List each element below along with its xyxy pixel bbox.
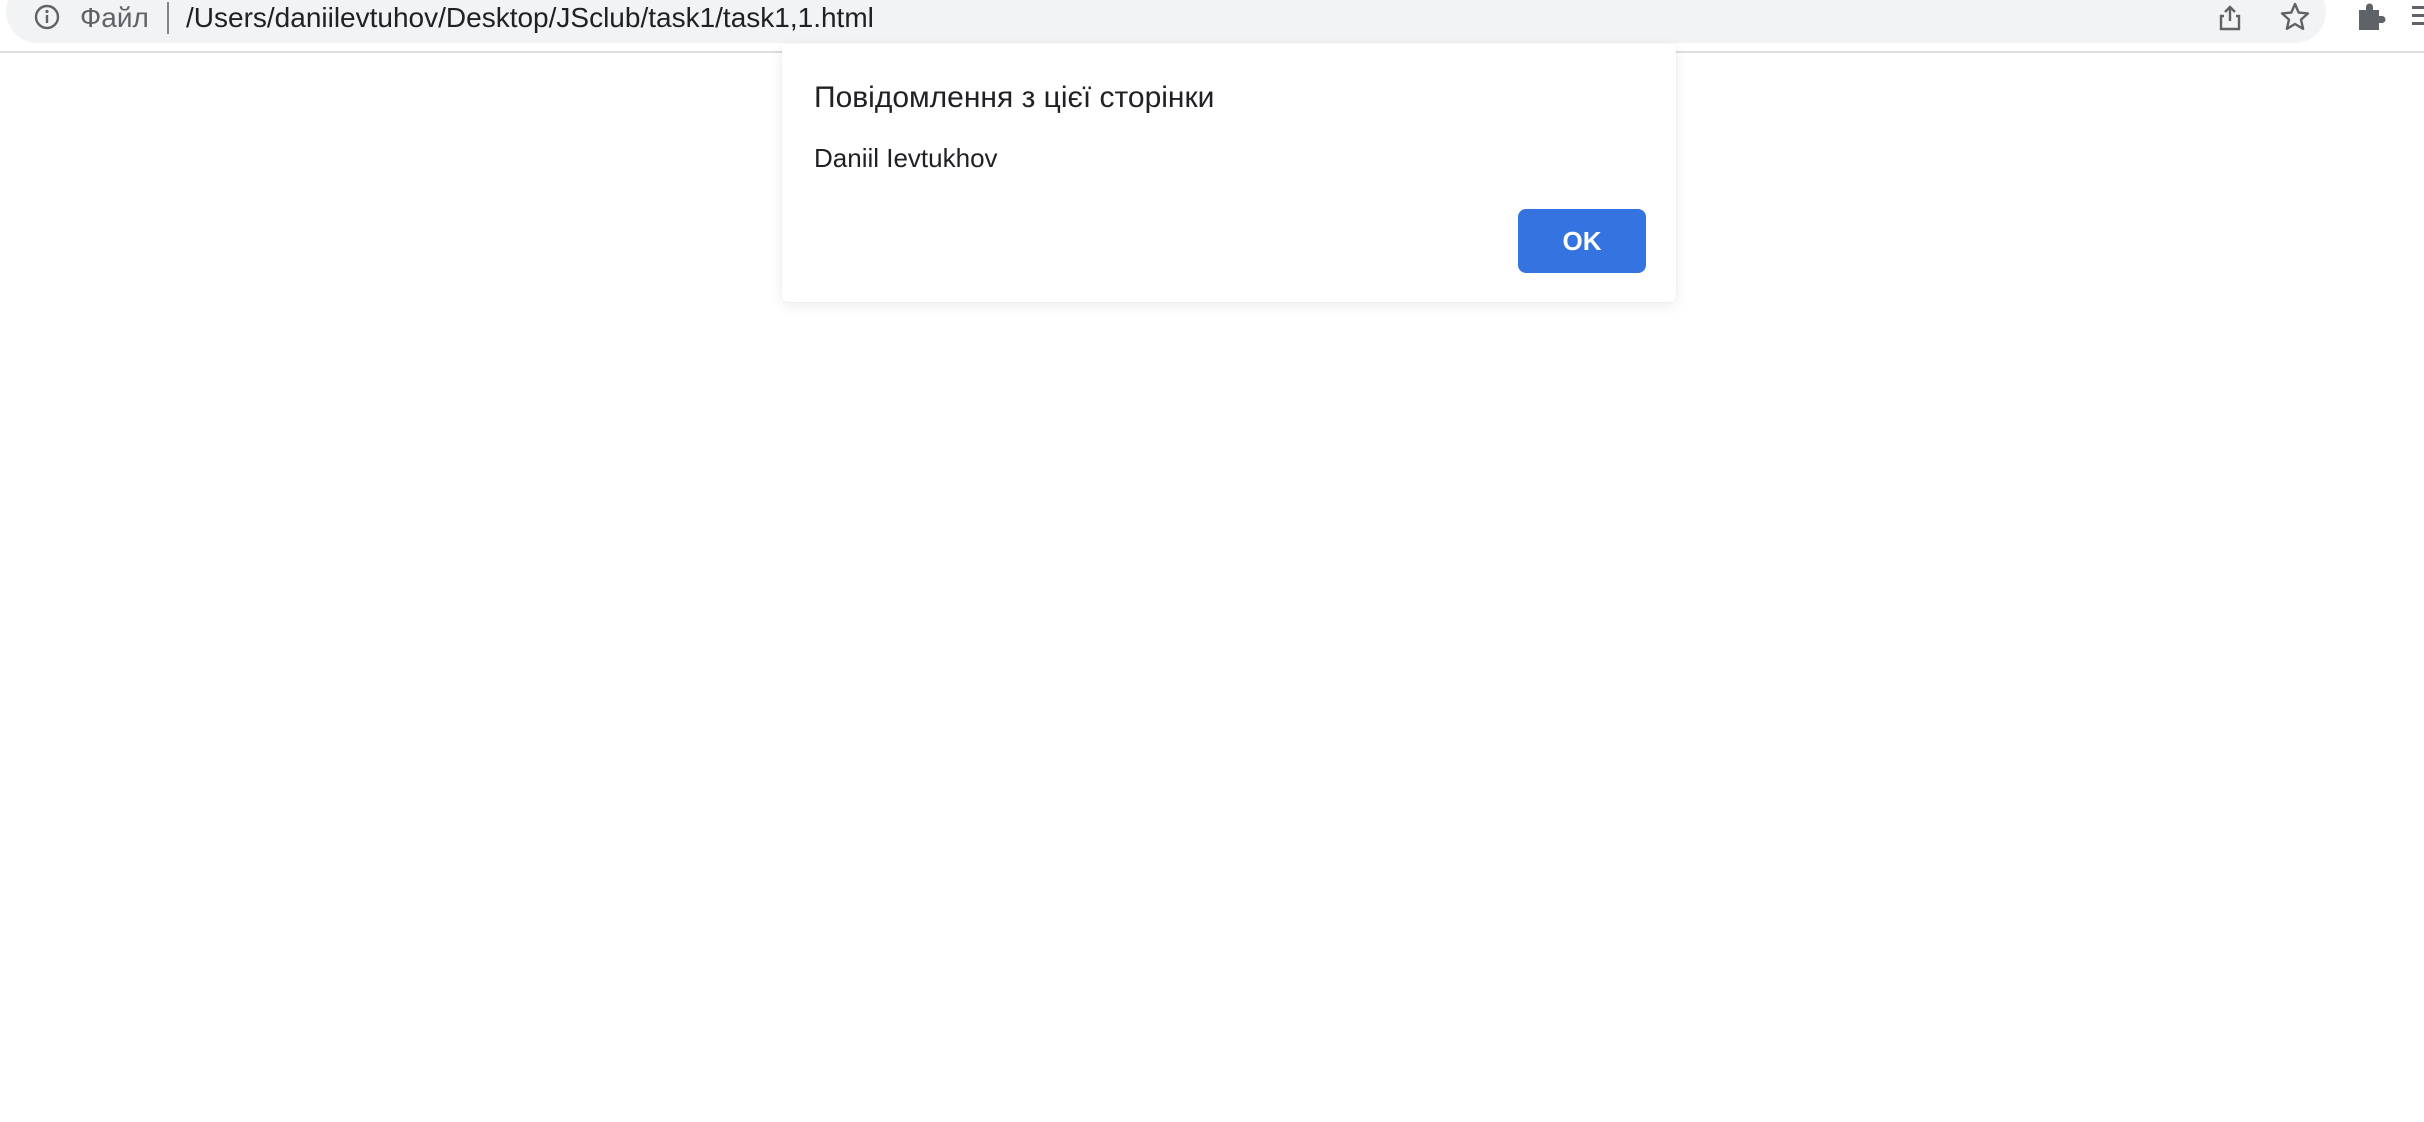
star-icon[interactable]	[2278, 0, 2312, 34]
dialog-message: Daniil Ievtukhov	[814, 143, 998, 173]
menu-icon[interactable]	[2408, 0, 2424, 34]
extensions-icon[interactable]	[2353, 0, 2387, 34]
ok-button[interactable]: OK	[1518, 209, 1646, 273]
address-bar[interactable]: Файл /Users/daniilevtuhov/Desktop/JSclub…	[6, 0, 2326, 43]
scheme-label: Файл	[80, 2, 149, 33]
alert-dialog: Повідомлення з цієї сторінки Daniil Ievt…	[782, 44, 1676, 302]
info-icon[interactable]	[34, 4, 60, 30]
share-icon[interactable]	[2213, 0, 2247, 34]
url-text[interactable]: /Users/daniilevtuhov/Desktop/JSclub/task…	[186, 1, 874, 35]
dialog-title: Повідомлення з цієї сторінки	[814, 81, 1215, 114]
address-divider	[167, 2, 169, 34]
